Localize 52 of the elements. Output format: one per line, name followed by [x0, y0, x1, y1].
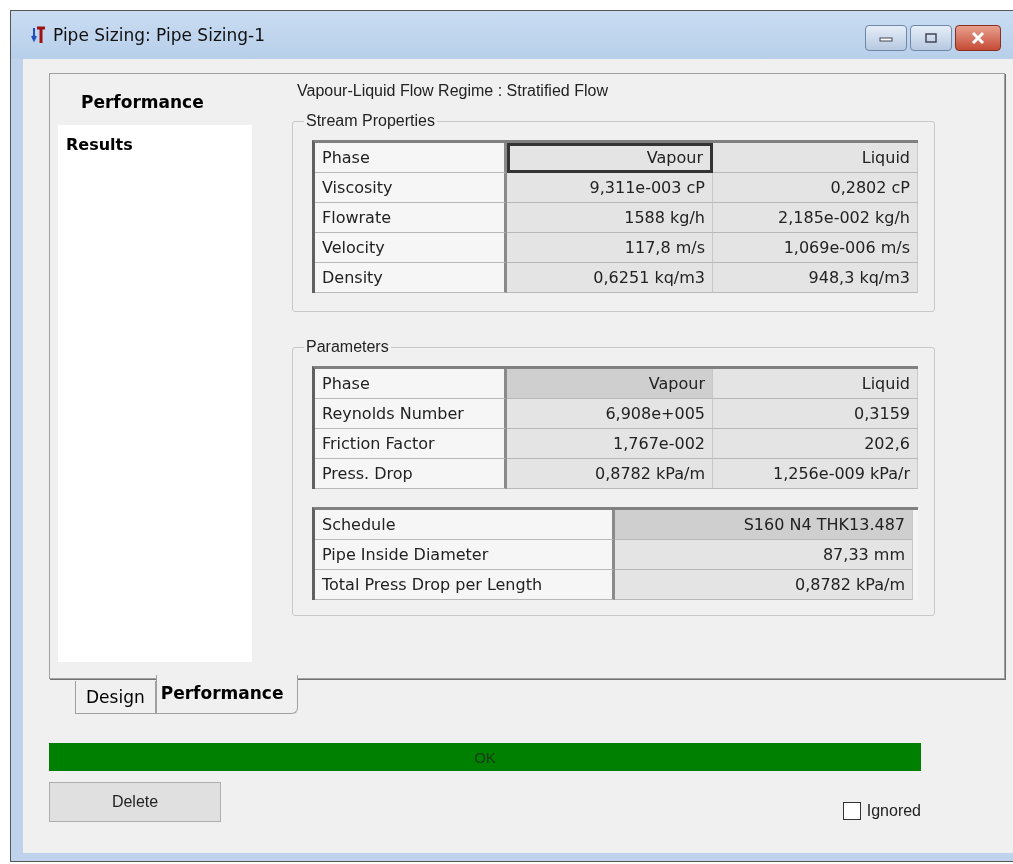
tab[interactable]: Performance	[155, 675, 299, 714]
tab[interactable]: Design	[75, 681, 156, 714]
table-cell: 117,8 m/s	[507, 233, 713, 263]
row-label: Pipe Inside Diameter	[315, 540, 615, 570]
row-label: Friction Factor	[315, 429, 507, 459]
close-button[interactable]	[955, 25, 1001, 51]
table-cell: 9,311e-003 cP	[507, 173, 713, 203]
row-label: Press. Drop	[315, 459, 507, 489]
column-header[interactable]: Liquid	[713, 143, 918, 173]
table-cell: 2,185e-002 kg/h	[713, 203, 918, 233]
group-title: Parameters	[305, 338, 390, 356]
table-cell: 87,33 mm	[615, 540, 913, 570]
column-header[interactable]: Liquid	[713, 369, 918, 399]
row-label: Velocity	[315, 233, 507, 263]
sidebar-item[interactable]: Results	[58, 135, 252, 154]
table-cell: 202,6	[713, 429, 918, 459]
table-cell: 1,256e-009 kPa/r	[713, 459, 918, 489]
column-header[interactable]: Vapour	[507, 143, 713, 173]
checkbox-label: Ignored	[866, 802, 921, 820]
row-label: Density	[315, 263, 507, 293]
close-icon	[970, 31, 986, 45]
column-header[interactable]: S160 N4 THK13.487	[615, 510, 913, 540]
column-header[interactable]: Vapour	[507, 369, 713, 399]
row-label: Reynolds Number	[315, 399, 507, 429]
row-label: Flowrate	[315, 203, 507, 233]
table-cell: 0,6251 kq/m3	[507, 263, 713, 293]
delete-button[interactable]: Delete	[49, 782, 221, 822]
column-header[interactable]: Phase	[315, 143, 507, 173]
table-cell: 0,2802 cP	[713, 173, 918, 203]
maximize-icon	[924, 32, 938, 44]
table-cell: 1,069e-006 m/s	[713, 233, 918, 263]
table-cell: 0,8782 kPa/m	[615, 570, 913, 600]
table-cell: 1,767e-002	[507, 429, 713, 459]
table-cell: 1588 kg/h	[507, 203, 713, 233]
table-cell: 6,908e+005	[507, 399, 713, 429]
app-icon	[31, 26, 45, 44]
maximize-button[interactable]	[910, 25, 952, 51]
table-cell: 0,3159	[713, 399, 918, 429]
table-cell: 948,3 kq/m3	[713, 263, 918, 293]
sidebar-header: Performance	[80, 91, 205, 114]
window-title: Pipe Sizing: Pipe Sizing-1	[53, 25, 266, 45]
row-label: Total Press Drop per Length	[315, 570, 615, 600]
row-label: Viscosity	[315, 173, 507, 203]
group-title: Stream Properties	[305, 112, 436, 130]
flow-regime-label: Vapour-Liquid Flow Regime : Stratified Flow	[297, 82, 609, 101]
table-cell: 0,8782 kPa/m	[507, 459, 713, 489]
status-text: OK	[474, 748, 496, 766]
column-header[interactable]: Phase	[315, 369, 507, 399]
minimize-button[interactable]	[865, 25, 907, 51]
column-header[interactable]: Schedule	[315, 510, 615, 540]
checkbox[interactable]	[842, 802, 861, 820]
minimize-icon	[879, 34, 893, 42]
